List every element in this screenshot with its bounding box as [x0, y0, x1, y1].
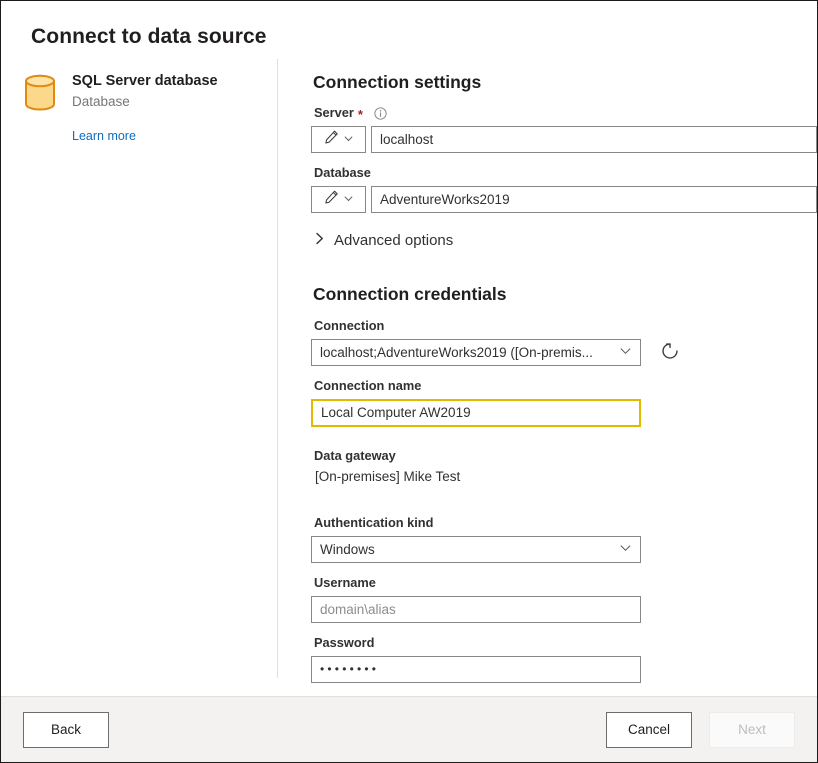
data-gateway-value: [On-premises] Mike Test — [315, 467, 817, 487]
connection-select[interactable]: localhost;AdventureWorks2019 ([On-premis… — [311, 339, 641, 366]
database-parameter-picker-button[interactable] — [311, 186, 366, 213]
server-field-block: Server * — [311, 104, 817, 153]
connection-name-field-block: Connection name Local Computer AW2019 — [311, 377, 817, 427]
connection-label: Connection — [314, 317, 817, 335]
page-title: Connect to data source — [1, 1, 817, 51]
advanced-options-toggle[interactable]: Advanced options — [315, 231, 453, 251]
required-marker: * — [358, 108, 363, 121]
next-button[interactable]: Next — [709, 712, 795, 748]
server-label: Server — [314, 104, 354, 122]
footer-actions: Cancel Next — [606, 712, 795, 748]
connection-name-label: Connection name — [314, 377, 817, 395]
pencil-icon — [323, 129, 340, 151]
connection-select-value: localhost;AdventureWorks2019 ([On-premis… — [320, 345, 619, 360]
info-circle-icon[interactable] — [374, 107, 387, 120]
refresh-icon — [659, 340, 681, 365]
cancel-button[interactable]: Cancel — [606, 712, 692, 748]
refresh-connections-button[interactable] — [657, 340, 683, 366]
database-field-block: Database — [311, 164, 817, 213]
data-source-kind: Database — [72, 92, 218, 112]
learn-more-link[interactable]: Learn more — [72, 129, 136, 143]
database-input[interactable]: AdventureWorks2019 — [371, 186, 817, 213]
authentication-kind-value: Windows — [320, 542, 619, 557]
chevron-down-icon — [619, 541, 632, 559]
password-label: Password — [314, 634, 817, 652]
username-input[interactable]: domain\alias — [311, 596, 641, 623]
data-source-text: SQL Server database Database Learn more — [61, 70, 218, 145]
server-input-row: localhost — [311, 126, 817, 153]
chevron-down-icon — [619, 344, 632, 362]
database-input-row: AdventureWorks2019 — [311, 186, 817, 213]
chevron-down-icon — [343, 131, 354, 149]
chevron-down-icon — [343, 191, 354, 209]
connection-settings-heading: Connection settings — [313, 70, 817, 94]
server-parameter-picker-button[interactable] — [311, 126, 366, 153]
data-source-summary-pane: SQL Server database Database Learn more — [1, 64, 277, 696]
dialog-footer: Back Cancel Next — [1, 696, 817, 762]
data-gateway-label: Data gateway — [314, 447, 817, 465]
server-input[interactable]: localhost — [371, 126, 817, 153]
connection-credentials-heading: Connection credentials — [313, 282, 817, 306]
database-cylinder-icon — [23, 70, 61, 118]
vertical-divider — [277, 59, 278, 678]
back-button[interactable]: Back — [23, 712, 109, 748]
password-input[interactable]: •••••••• — [311, 656, 641, 683]
pencil-icon — [323, 189, 340, 211]
connect-to-data-source-dialog: Connect to data source SQL Server databa… — [0, 0, 818, 763]
username-field-block: Username domain\alias — [311, 574, 817, 623]
dialog-body: SQL Server database Database Learn more … — [1, 51, 817, 696]
data-source-name: SQL Server database — [72, 71, 218, 91]
data-source-row: SQL Server database Database Learn more — [23, 70, 277, 145]
username-label: Username — [314, 574, 817, 592]
data-gateway-block: Data gateway [On-premises] Mike Test — [311, 447, 817, 487]
connection-form-pane: Connection settings Server * — [277, 64, 817, 696]
advanced-options-label: Advanced options — [334, 231, 453, 251]
connection-field-block: Connection localhost;AdventureWorks2019 … — [311, 317, 817, 366]
server-label-row: Server * — [314, 104, 817, 122]
chevron-right-icon — [315, 232, 325, 250]
authentication-kind-field-block: Authentication kind Windows — [311, 514, 817, 563]
authentication-kind-select[interactable]: Windows — [311, 536, 641, 563]
connection-select-row: localhost;AdventureWorks2019 ([On-premis… — [311, 339, 817, 366]
password-field-block: Password •••••••• — [311, 634, 817, 683]
database-label: Database — [314, 164, 817, 182]
authentication-kind-label: Authentication kind — [314, 514, 817, 532]
connection-name-input[interactable]: Local Computer AW2019 — [311, 399, 641, 427]
